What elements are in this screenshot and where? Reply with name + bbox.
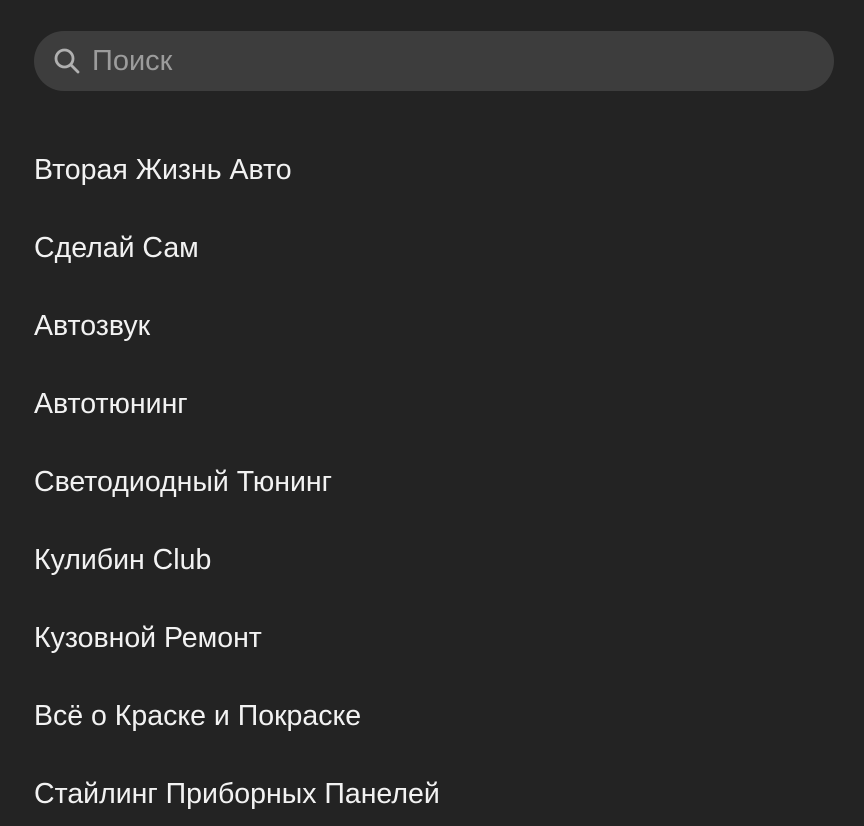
list-item[interactable]: Вторая Жизнь Авто xyxy=(0,131,864,209)
search-bar[interactable] xyxy=(34,31,834,91)
search-icon xyxy=(53,47,81,75)
list-item[interactable]: Кузовной Ремонт xyxy=(0,599,864,677)
community-search-page: Вторая Жизнь Авто Сделай Сам Автозвук Ав… xyxy=(0,0,864,826)
community-list: Вторая Жизнь Авто Сделай Сам Автозвук Ав… xyxy=(0,131,864,826)
search-input[interactable] xyxy=(81,31,772,91)
list-item[interactable]: Кулибин Club xyxy=(0,521,864,599)
list-item[interactable]: Сделай Сам xyxy=(0,209,864,287)
list-item[interactable]: Всё о Краске и Покраске xyxy=(0,677,864,755)
list-item[interactable]: Автозвук xyxy=(0,287,864,365)
list-item[interactable]: Светодиодный Тюнинг xyxy=(0,443,864,521)
list-item[interactable]: Стайлинг Приборных Панелей xyxy=(0,755,864,826)
list-item[interactable]: Автотюнинг xyxy=(0,365,864,443)
